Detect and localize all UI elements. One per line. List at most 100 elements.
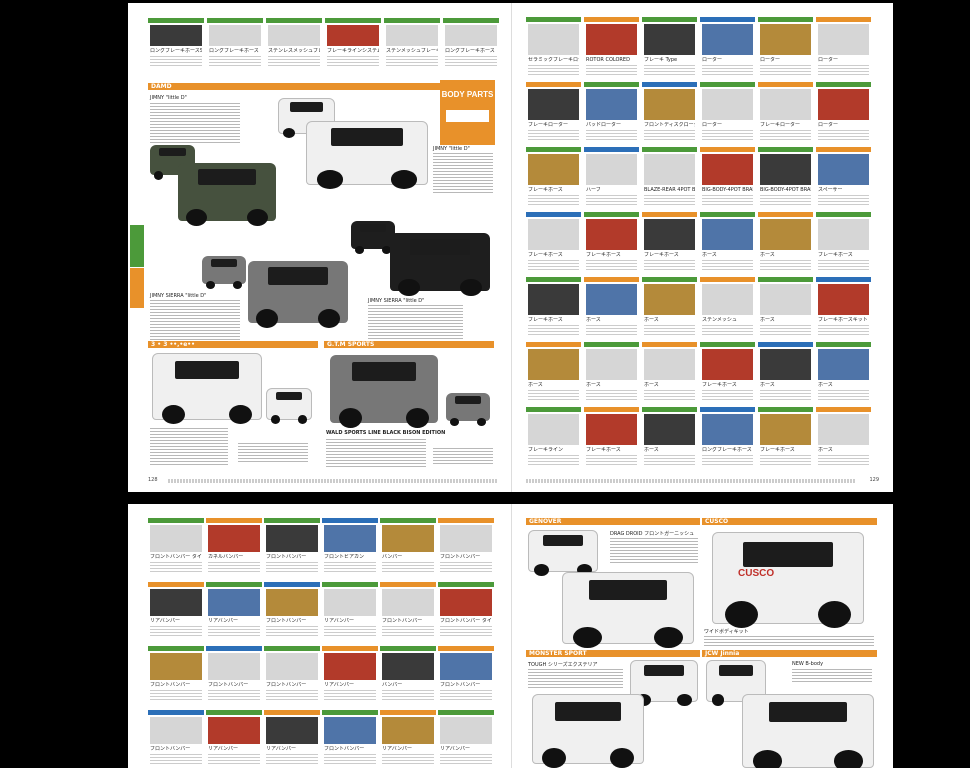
product-title: ホース bbox=[818, 382, 833, 388]
product-cell: ブレーキローター bbox=[526, 82, 581, 144]
vehicle-photo bbox=[248, 261, 348, 328]
product-title: ロングブレーキホース bbox=[445, 48, 495, 54]
cusco-logo: CUSCO bbox=[738, 568, 775, 579]
product-photo bbox=[702, 154, 753, 185]
product-cell: フロントバンパー bbox=[322, 710, 378, 768]
product-photo bbox=[266, 717, 318, 744]
product-title: ホース bbox=[644, 317, 659, 323]
product-cell: ローター bbox=[816, 82, 871, 144]
product-title: フロントバンパー bbox=[440, 682, 481, 688]
product-photo bbox=[644, 219, 695, 250]
side-tab-green bbox=[130, 225, 144, 267]
product-cell: ブレーキホース bbox=[816, 212, 871, 274]
product-title: フロントバンパー bbox=[324, 746, 365, 752]
product-photo bbox=[818, 219, 869, 250]
vehicle-photo bbox=[266, 388, 312, 424]
product-cell: ホース bbox=[526, 342, 581, 404]
product-cell: BIG-BODY-4POT BRAKE KIT bbox=[758, 147, 813, 209]
brand-band: 3 • 3 ••,•e•• bbox=[148, 341, 318, 348]
brand-band-label: 3 • 3 ••,•e•• bbox=[151, 341, 195, 348]
product-cell: BIG-BODY-4POT BRAKE bbox=[700, 147, 755, 209]
product-title: ブレーキホース bbox=[586, 252, 621, 258]
product-title: ブレーキホース bbox=[528, 252, 563, 258]
product-photo bbox=[760, 219, 811, 250]
product-photo bbox=[528, 349, 579, 380]
product-title: フロントバンパー bbox=[150, 746, 191, 752]
product-title: バンパー bbox=[382, 682, 403, 688]
product-title: リアバンパー bbox=[208, 746, 239, 752]
product-cell: ブレーキライン bbox=[526, 407, 581, 469]
product-cell: リアバンパー bbox=[438, 710, 494, 768]
product-title: ブレーキホース bbox=[702, 382, 737, 388]
item-title: NEW B-body bbox=[792, 661, 824, 667]
product-photo bbox=[702, 284, 753, 315]
product-cell: ステンメッシュ bbox=[700, 277, 755, 339]
product-photo bbox=[644, 24, 695, 55]
product-title: ブレーキホース bbox=[586, 447, 621, 453]
product-title: フロントバンパー bbox=[266, 682, 307, 688]
product-title: ローター bbox=[760, 57, 781, 63]
product-cell: ブレーキホースキット bbox=[816, 277, 871, 339]
product-photo bbox=[528, 154, 579, 185]
body-parts-label: BODY PARTS bbox=[441, 90, 494, 99]
product-title: スペーサー bbox=[818, 187, 843, 193]
product-photo bbox=[528, 219, 579, 250]
brand-band: GENOVER bbox=[526, 518, 700, 525]
product-photo bbox=[150, 525, 202, 552]
product-title: ホース bbox=[760, 382, 775, 388]
product-title: リアバンパー bbox=[150, 618, 181, 624]
product-cell: ホース bbox=[642, 277, 697, 339]
product-photo bbox=[382, 717, 434, 744]
product-cell: ブレーキ Type bbox=[642, 17, 697, 79]
product-photo bbox=[760, 89, 811, 120]
product-cell: ブレーキホース bbox=[700, 342, 755, 404]
product-photo bbox=[644, 284, 695, 315]
product-title: フロントバンパー bbox=[266, 618, 307, 624]
product-photo bbox=[440, 653, 492, 680]
product-cell: リアバンパー bbox=[380, 710, 436, 768]
vehicle-caption: WALD SPORTS LINE BLACK BISON EDITION bbox=[326, 430, 446, 436]
product-photo bbox=[586, 349, 637, 380]
product-photo bbox=[150, 589, 202, 616]
vehicle-photo bbox=[712, 532, 864, 628]
product-title: ブレーキホース bbox=[644, 252, 679, 258]
product-cell: フロントバンパー タイプ2 bbox=[438, 582, 494, 640]
product-title: ホース bbox=[702, 252, 717, 258]
brand-band-label: JCW Jinnia bbox=[705, 650, 740, 657]
product-cell: フロントディスクローター bbox=[642, 82, 697, 144]
product-photo bbox=[702, 219, 753, 250]
product-title: ステンメッシュブレーキホース bbox=[386, 48, 438, 54]
product-cell: フロントバンパー bbox=[438, 646, 494, 704]
product-cell: ホース bbox=[642, 342, 697, 404]
body-parts-tab: BODY PARTS bbox=[440, 80, 495, 145]
product-title: リアバンパー bbox=[440, 746, 471, 752]
product-photo bbox=[586, 24, 637, 55]
product-photo bbox=[324, 653, 376, 680]
product-cell: リアバンパー bbox=[322, 582, 378, 640]
product-photo bbox=[760, 414, 811, 445]
catalog-page-left-bottom: フロントバンパー タイプ1カネルバンパーフロントバンパーフロントビアカンバンパー… bbox=[128, 504, 512, 768]
product-photo bbox=[586, 284, 637, 315]
catalog-page-right-bottom: GENOVER CUSCO DRAG DROID フロントガーニッシュ CUSC… bbox=[512, 504, 893, 768]
product-photo bbox=[586, 219, 637, 250]
product-photo bbox=[266, 589, 318, 616]
model-label: JIMNY "little D" bbox=[150, 95, 187, 101]
product-photo bbox=[150, 717, 202, 744]
product-title: フロントバンパー タイプ2 bbox=[440, 618, 492, 624]
product-photo bbox=[382, 525, 434, 552]
product-title: ローター bbox=[818, 57, 839, 63]
product-cell: ホース bbox=[584, 277, 639, 339]
product-title: ステンレスメッシュブレーキライン bbox=[268, 48, 320, 54]
product-photo bbox=[818, 89, 869, 120]
product-title: ブレーキホース bbox=[818, 252, 853, 258]
product-title: ローター bbox=[702, 122, 723, 128]
product-cell: リアバンパー bbox=[206, 710, 262, 768]
product-cell: ステンレスメッシュブレーキライン bbox=[266, 18, 322, 70]
product-title: ハーフ bbox=[586, 187, 601, 193]
vehicle-photo bbox=[351, 221, 395, 254]
product-photo bbox=[150, 653, 202, 680]
product-cell: スペーサー bbox=[816, 147, 871, 209]
product-title: フロントバンパー bbox=[440, 554, 481, 560]
product-title: ブレーキホース bbox=[528, 187, 563, 193]
product-title: パッドローター bbox=[586, 122, 622, 128]
